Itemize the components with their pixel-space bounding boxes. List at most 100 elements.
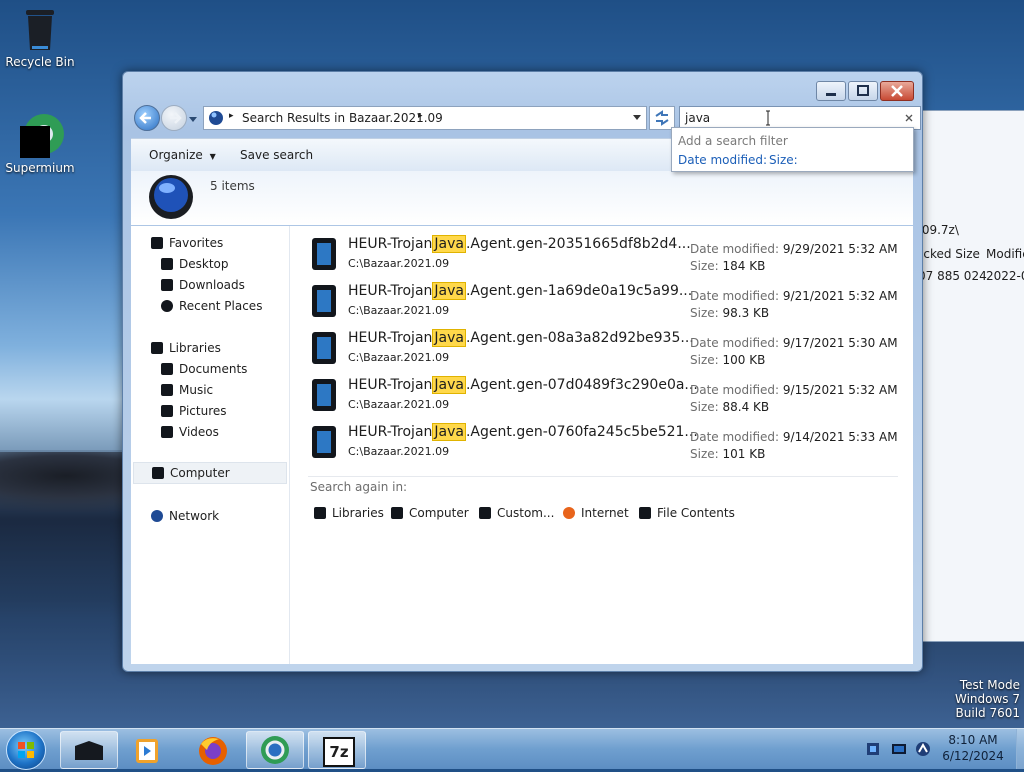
- bg-val-modified: 2022-03: [986, 269, 1024, 283]
- media-player-icon: [136, 739, 158, 763]
- recent-places-icon: [161, 300, 173, 312]
- nav-pictures[interactable]: Pictures: [161, 404, 227, 418]
- nav-favorites[interactable]: Favorites: [151, 236, 223, 250]
- tray-network-icon[interactable]: [864, 740, 882, 758]
- nav-label: Pictures: [179, 404, 227, 418]
- search-result-item[interactable]: HEUR-Trojan Java .Agent.gen-07d0489f3c290e…: [308, 375, 898, 419]
- search-filter-popup[interactable]: Add a search filter Date modified: Size:: [671, 127, 914, 172]
- file-icon: [312, 332, 336, 364]
- tray-action-center-icon[interactable]: [914, 740, 932, 758]
- filter-size[interactable]: Size:: [769, 153, 798, 167]
- file-contents-icon: [639, 507, 651, 519]
- firefox-icon: [563, 507, 575, 519]
- nav-label: Network: [169, 509, 220, 523]
- result-date: Date modified: 9/21/2021 5:32 AM: [690, 289, 898, 303]
- nav-videos[interactable]: Videos: [161, 425, 219, 439]
- address-bar[interactable]: ▸ Search Results in Bazaar.2021.09 ▸: [203, 106, 647, 130]
- nav-documents[interactable]: Documents: [161, 362, 247, 376]
- result-date: Date modified: 9/14/2021 5:33 AM: [690, 430, 898, 444]
- taskbar-media-player[interactable]: [118, 731, 176, 769]
- result-path: C:\Bazaar.2021.09: [348, 304, 450, 317]
- watermark-line: Windows 7: [954, 692, 1020, 706]
- forward-button[interactable]: [161, 105, 187, 131]
- organize-dropdown-icon: ▼: [209, 152, 216, 161]
- organize-label: Organize: [149, 148, 203, 162]
- recycle-bin-icon: [22, 6, 58, 52]
- recent-pages-dropdown[interactable]: [188, 113, 198, 127]
- result-filename: HEUR-Trojan Java .Agent.gen-08a3a82d92be93…: [348, 329, 694, 347]
- desktop-icon-recycle-bin[interactable]: Recycle Bin: [0, 6, 80, 69]
- search-again-custom[interactable]: Custom...: [479, 506, 554, 520]
- desktop-icon-label: Supermium: [5, 161, 75, 175]
- results-pane[interactable]: HEUR-Trojan Java .Agent.gen-20351665df8b2d…: [290, 226, 913, 664]
- search-result-item[interactable]: HEUR-Trojan Java .Agent.gen-0760fa245c5be5…: [308, 422, 898, 466]
- supermium-icon: [16, 112, 64, 158]
- show-desktop-button[interactable]: [1016, 729, 1024, 769]
- tray-clock[interactable]: 8:10 AM 6/12/2024: [935, 733, 1011, 763]
- desktop-icon-supermium[interactable]: Supermium: [0, 112, 80, 175]
- filter-date-modified[interactable]: Date modified:: [678, 153, 767, 167]
- downloads-icon: [161, 279, 173, 291]
- search-again-internet[interactable]: Internet: [563, 506, 629, 520]
- save-search-button[interactable]: Save search: [240, 148, 313, 162]
- search-again-computer[interactable]: Computer: [391, 506, 469, 520]
- minimize-button[interactable]: [816, 81, 846, 101]
- breadcrumb-chevron-icon[interactable]: ▸: [418, 111, 423, 121]
- clock-time: 8:10 AM: [948, 733, 998, 747]
- taskbar: 7z 8:10 AM 6/12/2024: [0, 728, 1024, 770]
- organize-button[interactable]: Organize ▼: [149, 148, 216, 162]
- search-match-highlight: Java: [432, 282, 466, 300]
- taskbar-firefox[interactable]: [184, 731, 242, 769]
- videos-icon: [161, 426, 173, 438]
- back-button[interactable]: [134, 105, 160, 131]
- nav-network[interactable]: Network: [151, 509, 219, 523]
- explorer-folder-icon: [75, 741, 103, 760]
- computer-icon: [152, 467, 164, 479]
- navigation-pane[interactable]: Favorites Desktop Downloads Recent Place…: [131, 226, 290, 664]
- search-match-highlight: Java: [432, 235, 466, 253]
- breadcrumb-location[interactable]: Search Results in Bazaar.2021.09: [242, 111, 443, 125]
- result-path: C:\Bazaar.2021.09: [348, 257, 450, 270]
- clear-search-icon[interactable]: [904, 113, 914, 123]
- nav-libraries[interactable]: Libraries: [151, 341, 221, 355]
- nav-desktop[interactable]: Desktop: [161, 257, 229, 271]
- bg-col-packed-size[interactable]: acked Size: [916, 247, 980, 261]
- taskbar-7zip[interactable]: 7z: [308, 731, 366, 769]
- search-match-highlight: Java: [432, 423, 466, 441]
- nav-label: Computer: [170, 466, 230, 480]
- search-match-highlight: Java: [432, 376, 466, 394]
- music-icon: [161, 384, 173, 396]
- tray-monitor-icon[interactable]: [890, 740, 908, 758]
- desktop-icon: [161, 258, 173, 270]
- start-button[interactable]: [6, 730, 46, 770]
- search-result-item[interactable]: HEUR-Trojan Java .Agent.gen-1a69de0a19c5a9…: [308, 281, 898, 325]
- file-icon: [312, 426, 336, 458]
- documents-icon: [161, 363, 173, 375]
- desktop-icon-label: Recycle Bin: [5, 55, 75, 69]
- result-filename: HEUR-Trojan Java .Agent.gen-1a69de0a19c5a9…: [348, 282, 693, 300]
- nav-label: Desktop: [179, 257, 229, 271]
- bg-col-modified[interactable]: Modifie: [986, 247, 1024, 261]
- search-again-libraries[interactable]: Libraries: [314, 506, 384, 520]
- test-mode-watermark: Test Mode Windows 7 Build 7601: [955, 678, 1020, 720]
- computer-icon: [391, 507, 403, 519]
- result-size: Size: 98.3 KB: [690, 306, 770, 320]
- chevron-down-icon: [189, 117, 197, 122]
- taskbar-explorer[interactable]: [60, 731, 118, 769]
- nav-music[interactable]: Music: [161, 383, 213, 397]
- search-again-file-contents[interactable]: File Contents: [639, 506, 735, 520]
- search-result-item[interactable]: HEUR-Trojan Java .Agent.gen-08a3a82d92be93…: [308, 328, 898, 372]
- nav-downloads[interactable]: Downloads: [161, 278, 245, 292]
- address-dropdown-icon[interactable]: [632, 114, 642, 122]
- close-button[interactable]: [880, 81, 914, 101]
- search-result-item[interactable]: HEUR-Trojan Java .Agent.gen-20351665df8b2d…: [308, 234, 898, 278]
- maximize-button[interactable]: [848, 81, 878, 101]
- search-match-highlight: Java: [432, 329, 466, 347]
- result-path: C:\Bazaar.2021.09: [348, 398, 450, 411]
- nav-recent-places[interactable]: Recent Places: [161, 299, 262, 313]
- search-input[interactable]: java: [685, 111, 710, 125]
- taskbar-supermium[interactable]: [246, 731, 304, 769]
- bg-val-packed: 07 885 024: [918, 269, 987, 283]
- refresh-icon: [655, 110, 669, 126]
- nav-computer[interactable]: Computer: [133, 462, 287, 484]
